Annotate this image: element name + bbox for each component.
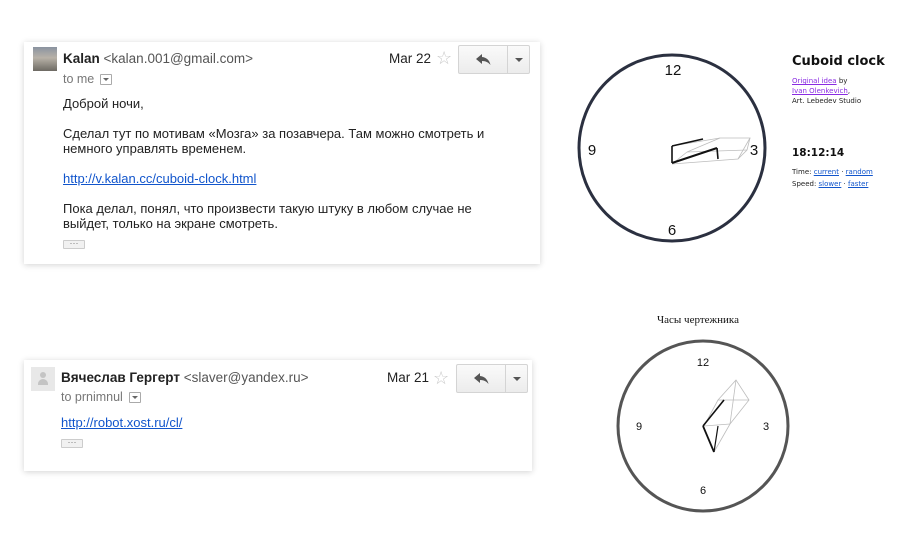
- email-message-gergert: Вячеслав Гергерт <slaver@yandex.ru> Mar …: [24, 360, 532, 471]
- show-trimmed-content-button[interactable]: ···: [61, 438, 83, 448]
- time-separator: ·: [838, 168, 846, 176]
- sender: Kalan <kalan.001@gmail.com>: [63, 51, 253, 66]
- sender-avatar[interactable]: [33, 47, 57, 71]
- time-readout: 18:12:14: [792, 147, 845, 159]
- paragraph-2-line-1: Пока делал, понял, что произвести такую …: [63, 201, 472, 216]
- speed-slower-link[interactable]: slower: [819, 180, 842, 188]
- numeral-3: 3: [750, 142, 758, 159]
- recipient-text: to me: [63, 72, 95, 86]
- chevron-down-icon: [515, 58, 523, 62]
- numeral-12: 12: [697, 357, 709, 369]
- cuboid-clock-face: 12 3 6 9: [577, 53, 767, 243]
- chevron-down-icon: [513, 377, 521, 381]
- paragraph-1-line-1: Сделал тут по мотивам «Мозга» за позавче…: [63, 126, 485, 141]
- reply-arrow-icon: [474, 373, 489, 384]
- recipient-line: to me: [63, 72, 113, 86]
- recipient-line: to prnimnul: [61, 390, 141, 404]
- greeting: Доброй ночи,: [63, 96, 144, 111]
- credit-line-1: Original idea by: [792, 76, 847, 86]
- link-paragraph: http://v.kalan.cc/cuboid-clock.html: [63, 171, 256, 186]
- cuboid-clock-link[interactable]: http://v.kalan.cc/cuboid-clock.html: [63, 171, 256, 186]
- robot-clock-link[interactable]: http://robot.xost.ru/cl/: [61, 415, 182, 430]
- sender-name[interactable]: Kalan: [63, 51, 100, 66]
- recipient-details-dropdown[interactable]: [100, 74, 113, 85]
- star-icon[interactable]: ☆: [433, 369, 449, 387]
- second-hand: [716, 147, 719, 160]
- person-icon: [38, 372, 48, 386]
- author-suffix: ,: [847, 87, 851, 95]
- author-link[interactable]: Ivan Olenkevich: [792, 87, 848, 95]
- reply-button-group: [456, 364, 528, 393]
- star-icon[interactable]: ☆: [436, 49, 452, 67]
- recipient-details-dropdown[interactable]: [128, 392, 141, 403]
- numeral-3: 3: [763, 421, 769, 433]
- speed-controls: Speed: slower · faster: [792, 179, 868, 189]
- drafter-clock-face: 12 3 6 9: [616, 339, 790, 513]
- speed-faster-link[interactable]: faster: [848, 180, 868, 188]
- credit-line-2: Ivan Olenkevich,: [792, 86, 850, 96]
- message-date: Mar 22: [389, 51, 432, 66]
- time-label: Time:: [792, 168, 814, 176]
- recipient-text: to prnimnul: [61, 390, 123, 404]
- speed-label: Speed:: [792, 180, 819, 188]
- numeral-6: 6: [700, 485, 706, 497]
- email-message-kalan: Kalan <kalan.001@gmail.com> Mar 22 ☆ to …: [24, 42, 540, 264]
- reply-button-group: [458, 45, 530, 74]
- numeral-9: 9: [636, 421, 642, 433]
- reply-button[interactable]: [457, 365, 506, 392]
- by-text: by: [836, 77, 848, 85]
- numeral-9: 9: [588, 142, 596, 159]
- more-options-button[interactable]: [506, 365, 527, 392]
- link-paragraph: http://robot.xost.ru/cl/: [61, 415, 182, 430]
- drafter-clock-title: Часы чертежника: [657, 314, 739, 326]
- paragraph-2-line-2: выйдет, только на экране смотреть.: [63, 216, 278, 231]
- sender-email: <kalan.001@gmail.com>: [103, 51, 254, 66]
- time-random-link[interactable]: random: [846, 168, 873, 176]
- sender: Вячеслав Гергерт <slaver@yandex.ru>: [61, 370, 309, 385]
- sender-avatar[interactable]: [31, 367, 55, 391]
- original-idea-link[interactable]: Original idea: [792, 77, 837, 85]
- speed-separator: ·: [841, 180, 849, 188]
- time-controls: Time: current · random: [792, 167, 873, 177]
- paragraph-1-line-2: немного управлять временем.: [63, 141, 247, 156]
- show-trimmed-content-button[interactable]: ···: [63, 239, 85, 249]
- numeral-6: 6: [668, 222, 676, 239]
- more-options-button[interactable]: [508, 46, 529, 73]
- cuboid-clock-title: Cuboid clock: [792, 54, 885, 69]
- sender-email: <slaver@yandex.ru>: [183, 370, 309, 385]
- reply-button[interactable]: [459, 46, 508, 73]
- reply-arrow-icon: [476, 54, 491, 65]
- time-current-link[interactable]: current: [814, 168, 839, 176]
- studio-text: Art. Lebedev Studio: [792, 97, 862, 105]
- message-date: Mar 21: [387, 370, 430, 385]
- sender-name[interactable]: Вячеслав Гергерт: [61, 370, 180, 385]
- numeral-12: 12: [665, 62, 682, 79]
